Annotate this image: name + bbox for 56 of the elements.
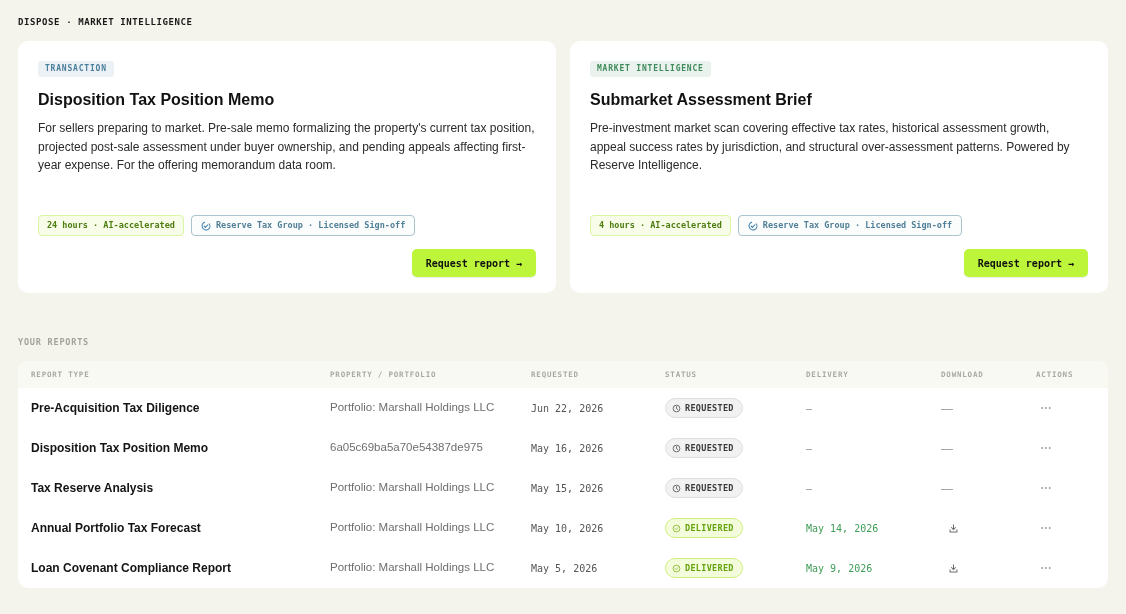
turnaround-chip: 4 hours · AI-accelerated <box>590 215 731 236</box>
download-cell: — <box>941 402 953 416</box>
report-type-cell-text: Disposition Tax Position Memo <box>31 440 209 457</box>
card-title: Disposition Tax Position Memo <box>38 90 275 110</box>
more-options-icon[interactable] <box>1041 486 1051 490</box>
request-report-button[interactable]: Request report → <box>411 249 536 277</box>
more-options-icon[interactable] <box>1041 406 1051 410</box>
status-label: REQUESTED <box>685 481 734 495</box>
turnaround-chip: 24 hours · AI-accelerated <box>38 215 184 236</box>
more-options-icon[interactable] <box>1041 526 1051 530</box>
status-label: DELIVERED <box>685 521 734 535</box>
card-description: For sellers preparing to market. Pre-sale memo formalizing the property's current tax position, projected post-sale assessment under buyer ownership, and pending appeals affecting first-year expense. For the offering memorandum data room. <box>38 120 536 174</box>
signoff-label: Reserve Tax Group · Licensed Sign-off <box>762 219 953 232</box>
delivery-cell-text: – <box>806 402 813 416</box>
requested-date-cell-text: May 16, 2026 <box>531 442 604 456</box>
download-cell: — <box>941 442 953 456</box>
delivery-cell-text: – <box>806 442 813 456</box>
card-description: Pre-investment market scan covering effective tax rates, historical assessment growth, appeal success rates by jurisdiction, and structural over-assessment patterns. Powered by Reserve Intelligence. <box>590 120 1071 174</box>
property-cell-text: Portfolio: Marshall Holdings LLC <box>330 400 495 416</box>
section-title: YOUR REPORTS <box>18 337 89 347</box>
download-cell: — <box>941 482 953 496</box>
report-type-cell-text: Pre-Acquisition Tax Diligence <box>31 400 200 417</box>
requested-date-cell-text: Jun 22, 2026 <box>531 402 604 416</box>
requested-date-cell-text: May 15, 2026 <box>531 482 604 496</box>
check-circle-icon <box>747 220 758 231</box>
property-cell-text: Portfolio: Marshall Holdings LLC <box>330 480 495 496</box>
signoff-label: Reserve Tax Group · Licensed Sign-off <box>215 219 406 232</box>
report-type-cell-text: Tax Reserve Analysis <box>31 480 154 497</box>
clock-icon <box>672 443 681 453</box>
category-tag: MARKET INTELLIGENCE <box>590 61 711 77</box>
download-icon[interactable] <box>948 522 959 534</box>
property-cell-text: Portfolio: Marshall Holdings LLC <box>330 560 495 576</box>
requested-date-cell-text: May 5, 2026 <box>531 562 598 576</box>
clock-icon <box>672 483 681 493</box>
property-cell-text: Portfolio: Marshall Holdings LLC <box>330 520 495 536</box>
clock-icon <box>672 403 681 413</box>
category-tag: TRANSACTION <box>38 61 114 77</box>
requested-date-cell-text: May 10, 2026 <box>531 522 604 536</box>
delivery-cell-text: – <box>806 482 813 496</box>
check-circle-icon <box>672 523 681 533</box>
status-label: DELIVERED <box>685 561 734 575</box>
status-label: REQUESTED <box>685 401 734 415</box>
check-circle-icon <box>200 220 211 231</box>
request-report-button[interactable]: Request report → <box>963 249 1088 277</box>
more-options-icon[interactable] <box>1041 446 1051 450</box>
report-type-cell-text: Loan Covenant Compliance Report <box>31 560 232 577</box>
card-title: Submarket Assessment Brief <box>590 90 812 110</box>
report-type-cell-text: Annual Portfolio Tax Forecast <box>31 520 201 537</box>
breadcrumb: DISPOSE · MARKET INTELLIGENCE <box>18 17 193 28</box>
check-circle-icon <box>672 563 681 573</box>
delivery-cell-text: May 14, 2026 <box>806 522 879 536</box>
more-options-icon[interactable] <box>1041 566 1051 570</box>
delivery-cell-text: May 9, 2026 <box>806 562 873 576</box>
download-icon[interactable] <box>948 562 959 574</box>
status-label: REQUESTED <box>685 441 734 455</box>
property-cell-text: 6a05c69ba5a70e54387de975 <box>330 440 483 456</box>
